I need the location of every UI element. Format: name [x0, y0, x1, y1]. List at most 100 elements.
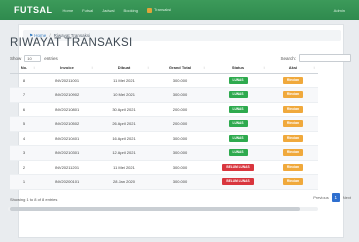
search-input[interactable] — [299, 54, 351, 62]
column-invoice-label: Invoice — [60, 65, 74, 71]
table-row: 1 INV20200101 28 Jan 2020 300.000 BELUM … — [10, 174, 318, 190]
detail-button[interactable]: Rincian — [283, 76, 303, 84]
cell-no: 6 — [10, 102, 38, 117]
column-aksi-label: Aksi — [288, 65, 298, 71]
page-title: RIWAYAT TRANSAKSI — [10, 37, 133, 49]
cell-total: 300.000 — [152, 160, 208, 175]
cell-total: 300.000 — [152, 73, 208, 88]
cell-action: Rincian — [268, 145, 318, 161]
cell-invoice: INV20200101 — [38, 174, 96, 190]
column-status-label: Status — [231, 65, 245, 71]
show-label: Show — [10, 56, 22, 61]
cell-status: BELUM LUNAS — [208, 174, 268, 190]
search-label: Search: — [280, 55, 296, 61]
sort-icon: ↕ — [263, 65, 265, 71]
table-row: 3 INV20210301 12 April 2021 300.000 LUNA… — [10, 145, 318, 161]
scrollbar-thumb[interactable] — [10, 207, 300, 211]
status-badge: LUNAS — [228, 105, 248, 113]
cell-no: 7 — [10, 87, 38, 103]
table-row: 6 INV20210801 30 April 2021 200.000 LUNA… — [10, 102, 318, 117]
table-search: Search: — [280, 54, 351, 62]
cell-date: 16 April 2021 — [96, 131, 152, 146]
cell-no: 8 — [10, 73, 38, 88]
previous-page-button[interactable]: Previous — [313, 195, 329, 200]
nav-link-transaksi-label: Transaksi — [154, 7, 172, 13]
notification-badge-icon — [147, 7, 152, 13]
cell-action: Rincian — [268, 131, 318, 146]
transactions-table: No. ↕ Invoice ↕ Dibuat ↕ Grand Total ↕ Statu… — [10, 63, 318, 190]
nav-link-jadwal[interactable]: Jadwal — [102, 8, 114, 13]
cell-no: 2 — [10, 160, 38, 175]
cell-total: 300.000 — [152, 174, 208, 190]
nav-link-transaksi[interactable]: Transaksi — [147, 7, 172, 13]
status-badge: LUNAS — [228, 149, 248, 157]
column-header-aksi[interactable]: Aksi ↕ — [268, 63, 318, 74]
column-header-no[interactable]: No. ↕ — [10, 63, 38, 74]
sort-icon: ↕ — [91, 65, 93, 71]
next-page-button[interactable]: Next — [343, 195, 351, 200]
cell-action: Rincian — [268, 160, 318, 175]
detail-button[interactable]: Rincian — [283, 149, 303, 157]
cell-date: 11 Mei 2021 — [96, 73, 152, 88]
cell-status: LUNAS — [208, 131, 268, 146]
column-header-status[interactable]: Status ↕ — [208, 63, 268, 74]
cell-date: 30 April 2021 — [96, 102, 152, 117]
horizontal-scrollbar[interactable] — [8, 207, 318, 211]
brand-logo[interactable]: FUTSAL — [14, 5, 53, 15]
account-menu[interactable]: Admin — [334, 8, 345, 13]
nav-link-booking[interactable]: Booking — [124, 8, 138, 13]
table-info: Showing 1 to 8 of 8 entries — [10, 197, 58, 202]
table-row: 2 INV20211201 11 Mei 2021 300.000 BELUM … — [10, 160, 318, 175]
nav-link-home[interactable]: Home — [63, 8, 74, 13]
cell-status: LUNAS — [208, 87, 268, 103]
detail-button[interactable]: Rincian — [283, 120, 303, 128]
cell-invoice: INV20211201 — [38, 160, 96, 175]
cell-action: Rincian — [268, 174, 318, 190]
page-1-button[interactable]: 1 — [331, 193, 340, 202]
cell-date: 10 Mei 2021 — [96, 87, 152, 103]
cell-status: LUNAS — [208, 116, 268, 132]
pagination: Previous 1 Next — [313, 193, 351, 202]
cell-status: LUNAS — [208, 145, 268, 161]
cell-invoice: INV20210401 — [38, 131, 96, 146]
cell-total: 200.000 — [152, 116, 208, 132]
column-total-label: Grand Total — [168, 65, 192, 71]
detail-button[interactable]: Rincian — [283, 91, 303, 99]
column-header-dibuat[interactable]: Dibuat ↕ — [96, 63, 152, 74]
cell-no: 5 — [10, 116, 38, 132]
detail-button[interactable]: Rincian — [283, 163, 303, 171]
column-header-invoice[interactable]: Invoice ↕ — [38, 63, 96, 74]
nav-link-futsal[interactable]: Futsal — [82, 8, 93, 13]
cell-date: 11 Mei 2021 — [96, 160, 152, 175]
detail-button[interactable]: Rincian — [283, 105, 303, 113]
detail-button[interactable]: Rincian — [283, 134, 303, 142]
table-row: 7 INV20210902 10 Mei 2021 300.000 LUNAS … — [10, 87, 318, 103]
cell-action: Rincian — [268, 87, 318, 103]
table-row: 8 INV20211001 11 Mei 2021 300.000 LUNAS … — [10, 73, 318, 88]
status-badge: LUNAS — [228, 134, 248, 142]
cell-invoice: INV20210502 — [38, 116, 96, 132]
cell-total: 300.000 — [152, 145, 208, 161]
entries-select[interactable]: 10 — [24, 55, 42, 62]
cell-total: 300.000 — [152, 87, 208, 103]
cell-status: LUNAS — [208, 102, 268, 117]
cell-status: LUNAS — [208, 73, 268, 88]
entries-label: entries — [44, 56, 58, 61]
top-navbar: FUTSAL Home Futsal Jadwal Booking Transa… — [0, 0, 359, 20]
entries-length-control: Show 10 entries — [10, 55, 58, 62]
cell-invoice: INV20210902 — [38, 87, 96, 103]
detail-button[interactable]: Rincian — [283, 178, 303, 186]
sort-icon: ↕ — [147, 65, 149, 71]
cell-total: 200.000 — [152, 102, 208, 117]
sort-icon: ↕ — [33, 65, 35, 71]
cell-action: Rincian — [268, 73, 318, 88]
sort-icon: ↕ — [203, 65, 205, 71]
cell-no: 4 — [10, 131, 38, 146]
cell-status: BELUM LUNAS — [208, 160, 268, 175]
column-header-grand-total[interactable]: Grand Total ↕ — [152, 63, 208, 74]
status-badge: BELUM LUNAS — [222, 178, 254, 186]
status-badge: BELUM LUNAS — [222, 163, 254, 171]
sort-icon: ↕ — [313, 65, 315, 71]
cell-date: 28 Jan 2020 — [96, 174, 152, 190]
column-dibuat-label: Dibuat — [117, 65, 131, 71]
